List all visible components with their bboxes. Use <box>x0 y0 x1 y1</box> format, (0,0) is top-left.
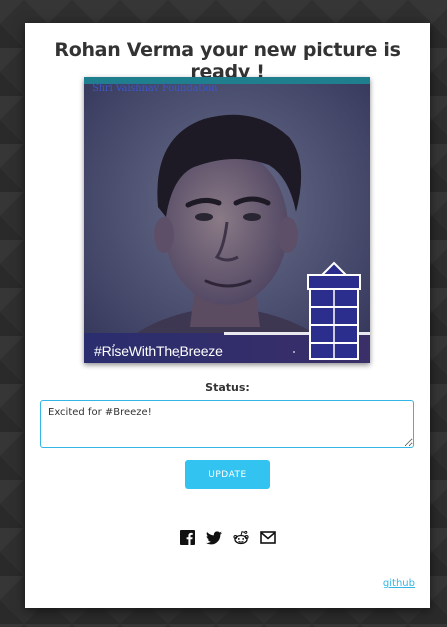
breeze-tower-logo <box>307 261 361 360</box>
share-bar <box>25 529 430 546</box>
twitter-icon[interactable] <box>206 529 223 546</box>
github-link[interactable]: github <box>383 578 415 589</box>
status-textarea[interactable]: Excited for #Breeze! <box>40 400 414 448</box>
result-card: Rohan Verma your new picture is ready ! <box>25 23 430 608</box>
facebook-icon[interactable] <box>179 529 196 546</box>
update-button[interactable]: UPDATE <box>185 460 270 489</box>
photo-hashtag: #RiseWithTheBreeze <box>94 343 223 359</box>
status-label: Status: <box>205 381 250 394</box>
profile-picture: Shri Vaishnav Foundation #RiseWithTheBre… <box>84 77 370 363</box>
email-icon[interactable] <box>260 529 277 546</box>
reddit-icon[interactable] <box>233 529 250 546</box>
photo-caption: Shri Vaishnav Foundation <box>92 83 218 94</box>
profile-picture-art <box>84 77 370 363</box>
